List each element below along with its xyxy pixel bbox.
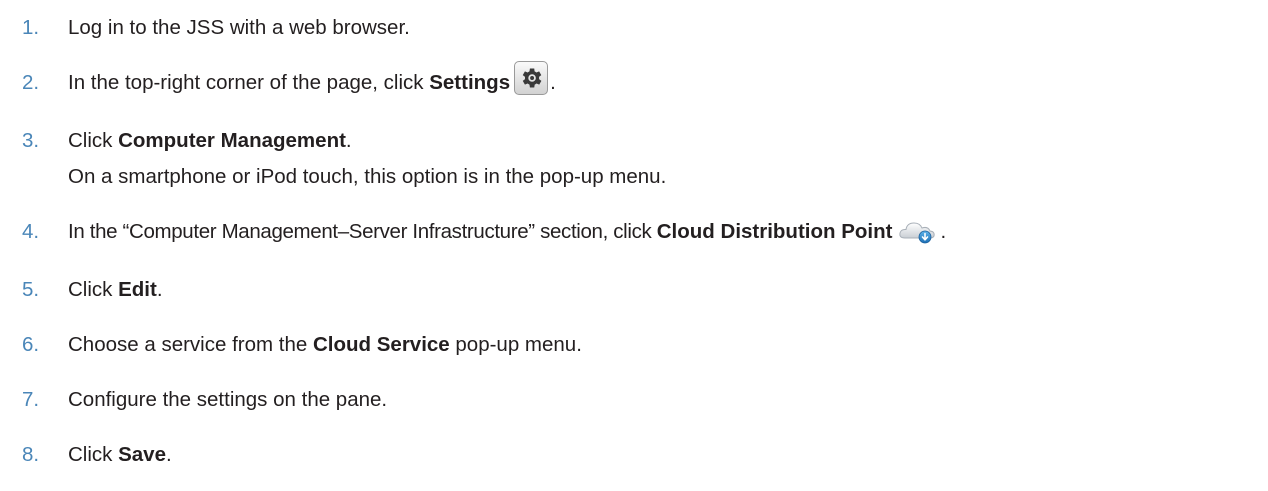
step-text-segment: pop-up menu. [449,333,582,356]
step-text-segment: . [550,71,556,94]
step-text: In the top-right corner of the page, cli… [68,60,556,103]
step-8: 8. Click Save. [22,435,1262,475]
step-1: 1. Log in to the JSS with a web browser. [22,8,1262,48]
step-3: 3. Click Computer Management. [22,121,1262,161]
step-text-segment: . [166,443,172,466]
step-5: 5. Click Edit. [22,270,1262,310]
ui-term-settings: Settings [429,71,511,94]
step-text: In the “Computer Management–Server Infra… [68,212,946,252]
step-text: Log in to the JSS with a web browser. [68,8,410,48]
step-text-segment: Click [68,129,119,152]
step-text: Click Computer Management. [68,121,352,161]
step-text-segment: Choose a service from the [68,333,313,356]
step-number: 1. [22,16,40,39]
step-text: Configure the settings on the pane. [68,380,387,420]
gear-icon [514,60,549,95]
step-6: 6. Choose a service from the Cloud Servi… [22,325,1262,365]
step-number: 6. [22,333,40,356]
step-text-segment: . [940,220,947,243]
step-text: Click Save. [68,435,172,475]
step-7: 7. Configure the settings on the pane. [22,380,1262,420]
step-3-note: On a smartphone or iPod touch, this opti… [68,165,667,188]
ui-term-cloud-service: Cloud Service [312,333,450,356]
step-number: 3. [22,129,40,152]
ui-term-computer-management: Computer Management [118,129,346,152]
step-text-segment: . [156,278,163,301]
step-number: 7. [22,388,40,411]
ui-term-cloud-distribution-point: Cloud Distribution Point [656,220,893,243]
step-4: 4. In the “Computer Management–Server In… [22,212,1262,252]
ui-term-edit: Edit [118,278,157,301]
step-number: 8. [22,443,40,466]
step-number: 2. [22,71,40,94]
ui-term-save: Save [118,443,166,466]
step-text-segment: In the “Computer Management–Server Infra… [68,220,657,243]
step-text-segment: Log in to the JSS with a web browser. [68,16,410,39]
step-text-segment: . [345,129,352,152]
step-text-segment: In the top-right corner of the page, cli… [68,71,430,94]
step-text: Click Edit. [68,270,163,310]
cloud-distribution-point-icon [898,218,938,244]
step-text-segment: Click [68,443,119,466]
step-2: 2. In the top-right corner of the page, … [22,60,1262,103]
step-text: Choose a service from the Cloud Service … [68,325,582,365]
step-number: 5. [22,278,40,301]
step-text-segment: Configure the settings on the pane. [68,388,388,411]
step-number: 4. [22,220,40,243]
step-text-segment: Click [68,278,119,301]
